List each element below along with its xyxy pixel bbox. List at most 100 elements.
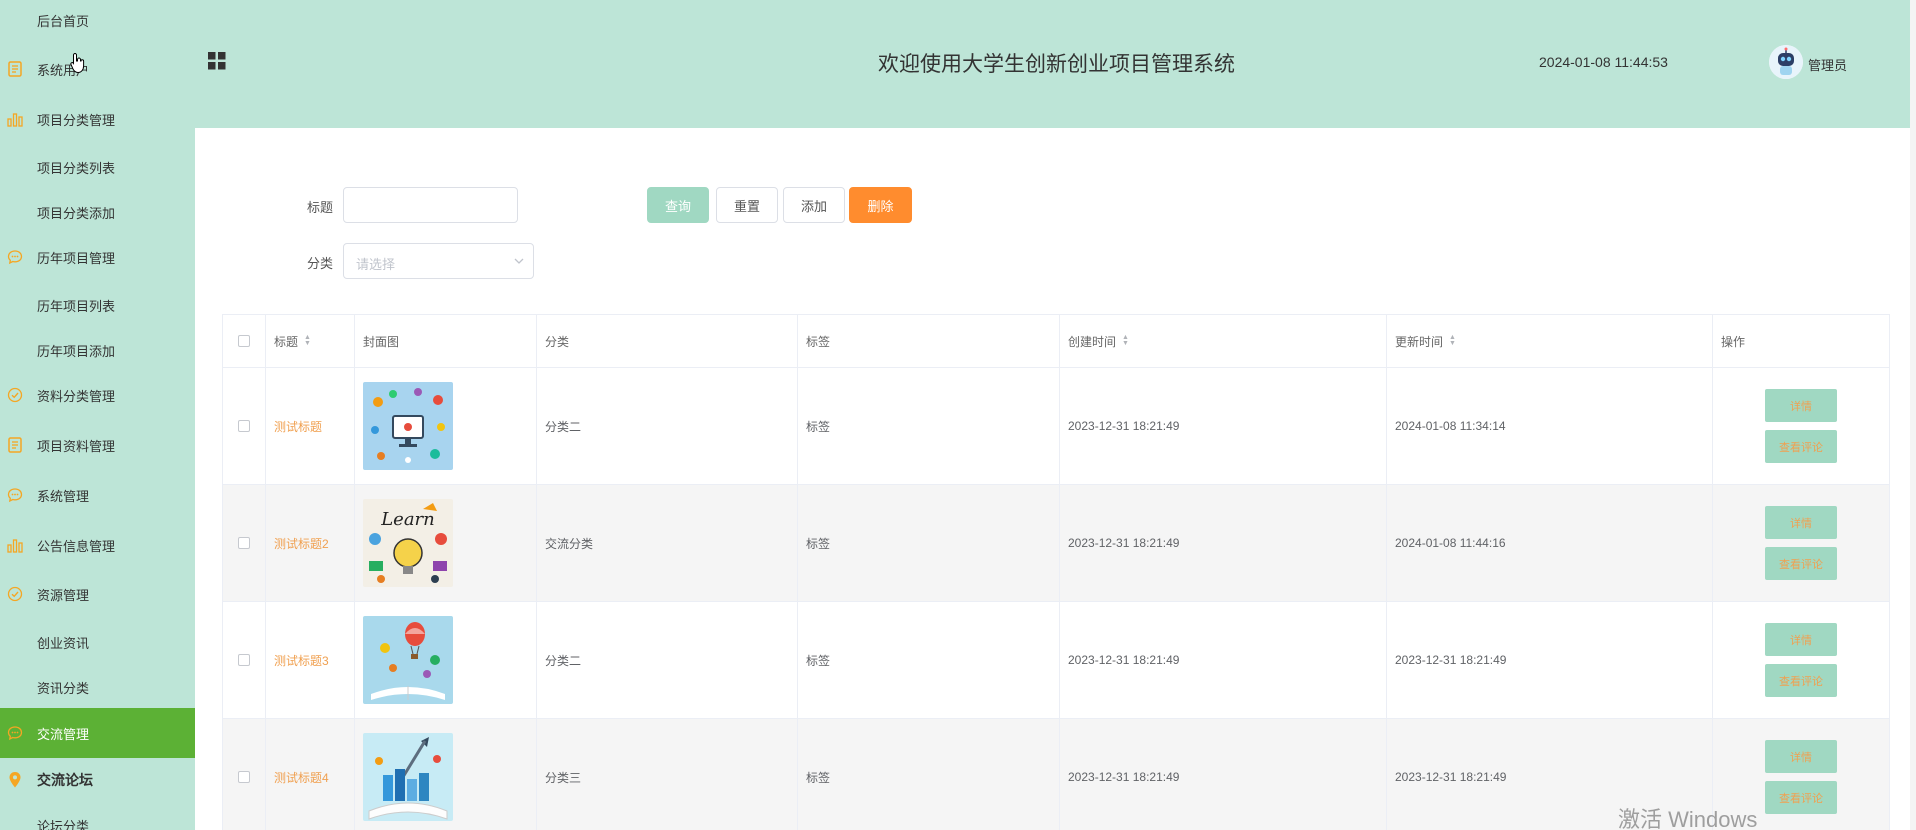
row-created: 2023-12-31 18:21:49 (1068, 653, 1180, 667)
header-created[interactable]: 创建时间 ▲ ▼ (1060, 315, 1387, 367)
sidebar-item-label: 资源管理 (37, 587, 90, 603)
robot-avatar-icon (1769, 45, 1803, 79)
sidebar-item-system-mgmt[interactable]: 系统管理 (0, 475, 195, 515)
detail-button[interactable]: 详情 (1765, 506, 1837, 539)
sidebar-item-label: 论坛分类 (37, 818, 90, 830)
header-title[interactable]: 标题 ▲ ▼ (266, 315, 355, 367)
user-name[interactable]: 管理员 (1808, 55, 1847, 74)
sort-icon[interactable]: ▲ ▼ (1122, 334, 1129, 347)
select-all-checkbox[interactable] (238, 335, 250, 347)
sidebar-item-label: 资料分类管理 (37, 388, 116, 404)
header-cover-label: 封面图 (363, 334, 400, 349)
cover-image-tech[interactable] (363, 382, 453, 470)
sidebar-item-label: 创业资讯 (37, 635, 90, 651)
menu-grid-icon[interactable] (208, 52, 226, 70)
category-filter-label: 分类 (307, 256, 334, 271)
window-edge (1910, 0, 1916, 830)
table-row: 测试标题2 Learn 交流分类 标签 2023-12-31 18:21:49 … (223, 485, 1889, 602)
page-title: 欢迎使用大学生创新创业项目管理系统 (878, 53, 1235, 76)
sidebar-item-startup-news[interactable]: 创业资讯 (0, 622, 195, 662)
row-checkbox[interactable] (238, 654, 250, 666)
table-row: 测试标题 分类二 标签 2023-12-31 18:21:49 2024-01-… (223, 368, 1889, 485)
row-checkbox[interactable] (238, 420, 250, 432)
sidebar-item-announcements-mgmt[interactable]: 公告信息管理 (0, 525, 195, 565)
header-updated[interactable]: 更新时间 ▲ ▼ (1387, 315, 1713, 367)
chat-icon (6, 486, 24, 504)
sidebar-item-past-projects-mgmt[interactable]: 历年项目管理 (0, 237, 195, 277)
title-cell: 测试标题4 (266, 719, 355, 830)
sidebar-item-label: 历年项目管理 (37, 250, 116, 266)
avatar[interactable] (1769, 45, 1803, 79)
sidebar-item-material-category-mgmt[interactable]: 资料分类管理 (0, 375, 195, 415)
sidebar-item-label: 交流管理 (37, 726, 90, 742)
view-comments-button[interactable]: 查看评论 (1765, 547, 1837, 580)
cover-cell (355, 719, 537, 830)
sort-icon[interactable]: ▲ ▼ (1449, 334, 1456, 347)
created-cell: 2023-12-31 18:21:49 (1060, 368, 1387, 484)
cover-cell (355, 368, 537, 484)
category-select[interactable]: 请选择 (343, 243, 534, 279)
created-cell: 2023-12-31 18:21:49 (1060, 602, 1387, 718)
sidebar-item-label: 项目分类管理 (37, 112, 116, 128)
sidebar-item-dashboard[interactable]: 后台首页 (0, 0, 195, 40)
row-tag: 标签 (806, 419, 831, 434)
row-checkbox[interactable] (238, 771, 250, 783)
windows-activation-watermark: 激活 Windows (1618, 807, 1758, 830)
detail-button[interactable]: 详情 (1765, 740, 1837, 773)
sidebar-item-resources-mgmt[interactable]: 资源管理 (0, 574, 195, 614)
header-tag: 标签 (798, 315, 1060, 367)
title-search-input[interactable] (343, 187, 518, 223)
header-category: 分类 (537, 315, 798, 367)
header-cover: 封面图 (355, 315, 537, 367)
category-cell: 分类二 (537, 368, 798, 484)
view-comments-button[interactable]: 查看评论 (1765, 664, 1837, 697)
data-table: 标题 ▲ ▼ 封面图 分类 标签 创建时间 ▲ ▼ 更新时间 ▲ ▼ 操作 测试标题 (222, 314, 1890, 830)
sidebar-item-project-materials-mgmt[interactable]: 项目资料管理 (0, 425, 195, 465)
sidebar-item-label: 项目分类添加 (37, 205, 116, 221)
row-checkbox[interactable] (238, 537, 250, 549)
add-button[interactable]: 添加 (783, 187, 845, 223)
document-icon (6, 436, 24, 454)
row-updated: 2023-12-31 18:21:49 (1395, 653, 1507, 667)
cover-image-learn[interactable]: Learn (363, 499, 453, 587)
sidebar-item-past-projects-add[interactable]: 历年项目添加 (0, 330, 195, 370)
sidebar-item-label: 系统管理 (37, 488, 90, 504)
sidebar-item-project-category-mgmt[interactable]: 项目分类管理 (0, 99, 195, 139)
sidebar-item-forum-category[interactable]: 论坛分类 (0, 805, 195, 830)
sidebar-item-exchange-mgmt[interactable]: 交流管理 (0, 708, 195, 758)
chevron-down-icon (514, 258, 524, 264)
sidebar-item-past-projects-list[interactable]: 历年项目列表 (0, 285, 195, 325)
sidebar-item-project-category-list[interactable]: 项目分类列表 (0, 147, 195, 187)
title-filter-label: 标题 (307, 200, 334, 215)
actions-cell: 详情 查看评论 (1713, 485, 1889, 601)
sidebar-item-project-category-add[interactable]: 项目分类添加 (0, 192, 195, 232)
cover-cell: Learn (355, 485, 537, 601)
sidebar-item-news-category[interactable]: 资讯分类 (0, 667, 195, 707)
header-actions-label: 操作 (1721, 334, 1746, 349)
sidebar-item-forum[interactable]: 交流论坛 (0, 760, 195, 800)
sort-icon[interactable]: ▲ ▼ (304, 334, 311, 347)
reset-button[interactable]: 重置 (716, 187, 778, 223)
category-select-placeholder: 请选择 (356, 257, 396, 272)
sidebar-item-label: 公告信息管理 (37, 538, 116, 554)
updated-cell: 2024-01-08 11:44:16 (1387, 485, 1713, 601)
row-tag: 标签 (806, 770, 831, 785)
row-title-link[interactable]: 测试标题 (274, 418, 322, 435)
delete-button[interactable]: 删除 (849, 187, 912, 223)
sidebar: 后台首页 系统用户 项目分类管理 项目分类列表 项目分类添加 历年项目管理 历年… (0, 0, 195, 830)
detail-button[interactable]: 详情 (1765, 389, 1837, 422)
row-title-link[interactable]: 测试标题4 (274, 769, 329, 786)
detail-button[interactable]: 详情 (1765, 623, 1837, 656)
cover-image-book-rocket[interactable] (363, 733, 453, 821)
view-comments-button[interactable]: 查看评论 (1765, 781, 1837, 814)
row-title-link[interactable]: 测试标题2 (274, 535, 329, 552)
view-comments-button[interactable]: 查看评论 (1765, 430, 1837, 463)
sidebar-item-system-users[interactable]: 系统用户 (0, 49, 195, 89)
title-cell: 测试标题 (266, 368, 355, 484)
row-tag: 标签 (806, 653, 831, 668)
row-title-link[interactable]: 测试标题3 (274, 652, 329, 669)
header-category-label: 分类 (545, 334, 570, 349)
query-button[interactable]: 查询 (647, 187, 709, 223)
cover-image-book-balloon[interactable] (363, 616, 453, 704)
table-row: 测试标题3 分类二 标签 2023-12-31 18:21:49 2023-12… (223, 602, 1889, 719)
